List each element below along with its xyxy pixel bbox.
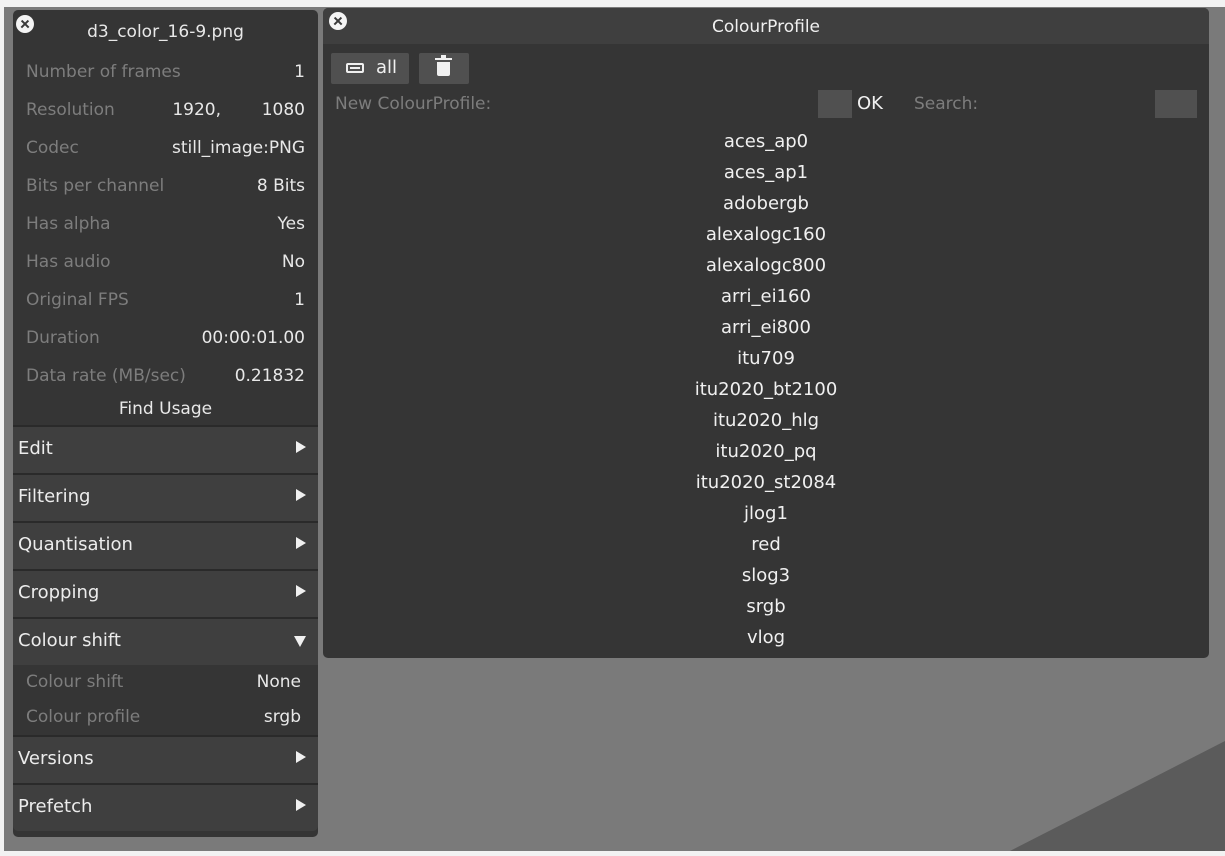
list-item[interactable]: arri_ei800 [323,312,1209,343]
info-row-fps: Original FPS 1 [13,286,318,324]
info-value: still_image:PNG [171,138,305,158]
list-item[interactable]: red [323,529,1209,560]
section-label: Colour shift [18,630,121,651]
section-label: Filtering [18,486,91,507]
ok-button[interactable]: OK [857,93,883,114]
sub-label: Colour shift [26,672,124,692]
profile-list: aces_ap0 aces_ap1 adobergb alexalogc160 … [323,126,1209,653]
search-input[interactable] [1155,90,1197,118]
list-item[interactable]: alexalogc800 [323,250,1209,281]
list-item[interactable]: itu2020_hlg [323,405,1209,436]
expand-right-icon [296,751,306,763]
info-row-frames: Number of frames 1 [13,58,318,96]
list-item[interactable]: slog3 [323,560,1209,591]
new-profile-label: New ColourProfile: [335,94,492,114]
info-value: 0.21832 [234,366,305,386]
list-item[interactable]: itu2020_pq [323,436,1209,467]
list-item[interactable]: aces_ap0 [323,126,1209,157]
section-label: Prefetch [18,796,93,817]
section-versions[interactable]: Versions [13,735,318,783]
info-label: Codec [26,138,79,158]
search-label: Search: [914,94,979,114]
info-label: Bits per channel [26,176,165,196]
sub-value[interactable]: None [257,672,301,692]
file-info-panel: d3_color_16-9.png Number of frames 1 Res… [13,10,318,837]
list-item[interactable]: adobergb [323,188,1209,219]
panel-title: ColourProfile [711,17,821,37]
file-info-list: Number of frames 1 Resolution 1920, 1080… [13,58,318,400]
show-all-button[interactable]: all [331,53,409,84]
collapse-down-icon [294,636,306,647]
section-quantisation[interactable]: Quantisation [13,521,318,569]
list-item[interactable]: itu2020_st2084 [323,467,1209,498]
list-item[interactable]: alexalogc160 [323,219,1209,250]
list-icon [346,63,364,73]
colour-profile-row[interactable]: Colour profile srgb [13,701,318,735]
list-item[interactable]: vlog [323,622,1209,653]
find-usage-button[interactable]: Find Usage [13,399,318,419]
window-frame-top [0,0,1225,7]
info-value: No [281,252,305,272]
delete-button[interactable] [419,53,469,84]
info-value: 1 [294,290,305,310]
expand-right-icon [296,489,306,501]
info-row-alpha: Has alpha Yes [13,210,318,248]
info-label: Duration [26,328,100,348]
section-label: Edit [18,438,53,459]
list-item[interactable]: itu709 [323,343,1209,374]
list-item[interactable]: aces_ap1 [323,157,1209,188]
new-profile-input[interactable] [818,90,852,118]
expand-right-icon [296,799,306,811]
expand-right-icon [296,537,306,549]
expand-right-icon [296,441,306,453]
list-item[interactable]: itu2020_bt2100 [323,374,1209,405]
window-frame-bottom [0,851,1225,856]
colour-shift-row[interactable]: Colour shift None [13,666,318,700]
sub-label: Colour profile [26,707,141,727]
resolution-height: 1080 [261,100,305,120]
section-colour-shift[interactable]: Colour shift [13,617,318,665]
list-item[interactable]: arri_ei160 [323,281,1209,312]
section-filtering[interactable]: Filtering [13,473,318,521]
info-value: 1 [294,62,305,82]
trash-icon [435,55,452,76]
section-label: Cropping [18,582,100,603]
info-value: 8 Bits [256,176,305,196]
colour-profile-panel: ColourProfile all New ColourProfile: OK … [323,8,1209,658]
show-all-label: all [376,57,398,78]
info-value: Yes [277,214,305,234]
info-row-resolution: Resolution 1920, 1080 [13,96,318,134]
section-label: Quantisation [18,534,133,555]
info-row-codec: Codec still_image:PNG [13,134,318,172]
info-row-datarate: Data rate (MB/sec) 0.21832 [13,362,318,400]
info-value: 00:00:01.00 [201,328,305,348]
resolution-width: 1920, [172,100,221,120]
info-label: Resolution [26,100,115,120]
section-edit[interactable]: Edit [13,425,318,473]
info-row-duration: Duration 00:00:01.00 [13,324,318,362]
info-label: Number of frames [26,62,181,82]
info-label: Original FPS [26,290,129,310]
file-title: d3_color_16-9.png [87,22,244,42]
section-cropping[interactable]: Cropping [13,569,318,617]
list-item[interactable]: srgb [323,591,1209,622]
info-label: Has audio [26,252,111,272]
list-item[interactable]: jlog1 [323,498,1209,529]
section-label: Versions [18,748,94,769]
sub-value[interactable]: srgb [264,707,301,727]
info-row-audio: Has audio No [13,248,318,286]
info-row-bits: Bits per channel 8 Bits [13,172,318,210]
section-prefetch[interactable]: Prefetch [13,783,318,831]
info-label: Data rate (MB/sec) [26,366,186,386]
info-label: Has alpha [26,214,111,234]
expand-right-icon [296,585,306,597]
viewport-floor-grid [1010,741,1225,851]
window-frame-left [0,0,4,856]
